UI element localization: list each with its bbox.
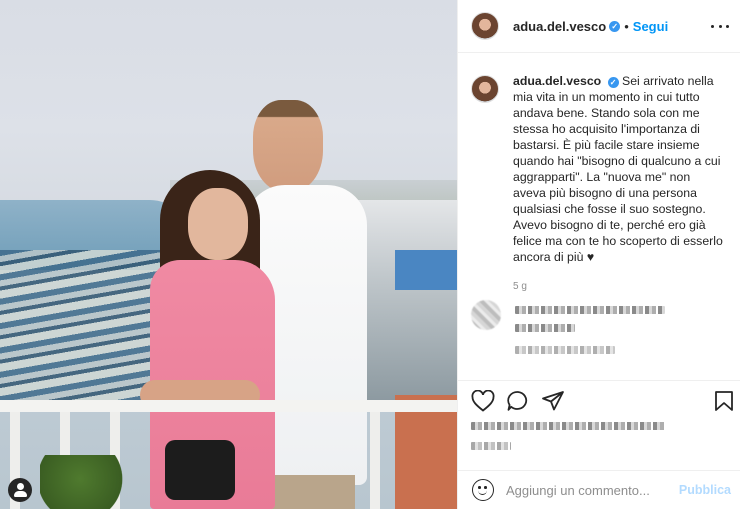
user-tag-icon[interactable] [8,478,32,502]
comment-icon[interactable] [506,390,530,412]
post-side-panel: adua.del.vesco ✓ • Segui adua.del.vesco … [457,0,740,509]
redacted-text [471,442,511,450]
action-bar [458,380,740,420]
comment-input[interactable] [506,482,676,498]
post-header: adua.del.vesco ✓ • Segui [458,0,740,53]
heart-icon[interactable] [471,390,495,412]
avatar[interactable] [471,12,499,40]
redacted-comment [471,300,665,332]
woman-face [188,188,248,260]
add-comment-bar: Pubblica [458,470,740,509]
photo-plant [40,455,140,509]
photo-blue-building [395,250,457,290]
redacted-comment-meta [471,346,615,354]
publish-button[interactable]: Pubblica [679,483,731,497]
rail-top [0,400,457,412]
caption-body: adua.del.vesco ✓ Sei arrivato nella mia … [513,73,723,295]
caption-username[interactable]: adua.del.vesco [513,74,601,88]
redacted-likes [471,420,681,450]
paper-plane-icon[interactable] [541,390,565,412]
header-separator: • [624,18,629,34]
bookmark-icon[interactable] [712,390,736,412]
caption-text: Sei arrivato nella mia vita in un moment… [513,74,723,264]
redacted-text [515,346,615,354]
verified-badge-icon: ✓ [607,77,619,88]
caption-avatar[interactable] [471,75,499,103]
redacted-text [515,306,665,314]
header-username[interactable]: adua.del.vesco [513,19,606,34]
verified-badge-icon: ✓ [609,20,621,32]
redacted-text [471,422,666,430]
emoji-icon[interactable] [472,479,494,501]
redacted-text [515,324,575,332]
post-photo[interactable] [0,0,457,509]
caption-timestamp[interactable]: 5 g [513,279,723,295]
follow-button[interactable]: Segui [633,19,668,34]
redacted-avatar [471,300,501,330]
more-options-icon[interactable] [711,18,729,34]
rail-post [370,412,380,509]
caption: adua.del.vesco ✓ Sei arrivato nella mia … [471,73,733,295]
